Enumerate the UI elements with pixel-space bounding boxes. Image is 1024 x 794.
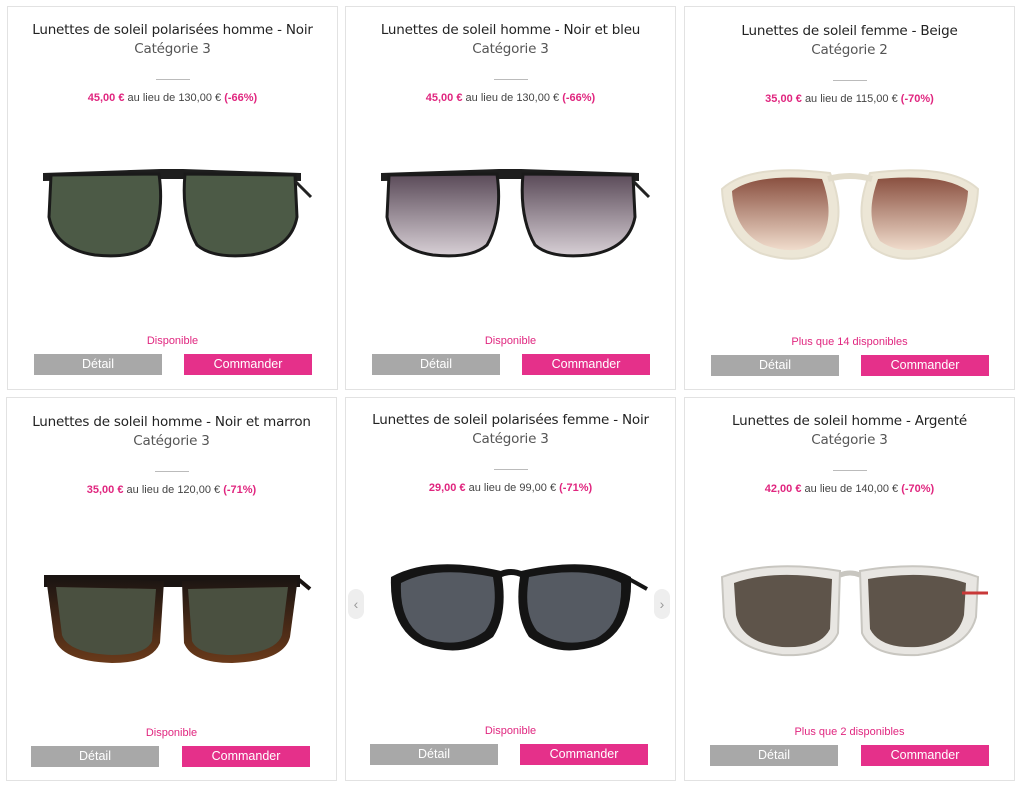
product-card: Lunettes de soleil homme - Noir et marro… xyxy=(6,397,337,781)
product-price: 35,00 € au lieu de 120,00 € (-71%) xyxy=(7,483,336,497)
product-category: Catégorie 3 xyxy=(811,432,888,448)
product-title[interactable]: Lunettes de soleil homme - Argenté xyxy=(685,412,1014,430)
current-price: 35,00 € xyxy=(86,484,124,496)
price-label: au lieu de xyxy=(804,93,853,105)
product-title[interactable]: Lunettes de soleil polarisées homme - No… xyxy=(8,21,337,39)
price-label: au lieu de xyxy=(804,483,853,495)
product-category: Catégorie 3 xyxy=(472,41,549,57)
product-price: 45,00 € au lieu de 130,00 € (-66%) xyxy=(8,91,337,105)
divider xyxy=(832,80,867,81)
current-price: 45,00 € xyxy=(425,92,463,104)
old-price: 130,00 € xyxy=(178,92,222,104)
current-price: 35,00 € xyxy=(765,93,802,105)
discount-badge: (-70%) xyxy=(900,93,934,105)
availability-status: Disponible xyxy=(484,335,537,347)
detail-button[interactable]: Détail xyxy=(372,354,500,375)
current-price: 42,00 € xyxy=(764,483,802,495)
product-title[interactable]: Lunettes de soleil femme - Beige xyxy=(685,22,1014,40)
product-image[interactable] xyxy=(346,553,675,663)
product-price: 35,00 € au lieu de 115,00 € (-70%) xyxy=(685,92,1014,106)
availability-status: Disponible xyxy=(145,727,198,739)
detail-button[interactable]: Détail xyxy=(710,745,838,766)
discount-badge: (-66%) xyxy=(224,92,258,104)
current-price: 45,00 € xyxy=(87,92,125,104)
product-card: Lunettes de soleil polarisées homme - No… xyxy=(7,6,338,390)
product-category: Catégorie 3 xyxy=(133,433,210,449)
product-image[interactable] xyxy=(685,157,1014,267)
order-button[interactable]: Commander xyxy=(861,745,989,766)
product-image[interactable] xyxy=(346,157,675,267)
divider xyxy=(832,470,867,471)
product-card: Lunettes de soleil homme - Noir et bleu … xyxy=(345,6,676,390)
divider xyxy=(154,471,189,472)
product-image[interactable] xyxy=(685,553,1014,663)
product-card: Lunettes de soleil femme - Beige Catégor… xyxy=(684,6,1015,390)
discount-badge: (-71%) xyxy=(559,482,593,494)
discount-badge: (-66%) xyxy=(562,92,596,104)
product-title[interactable]: Lunettes de soleil homme - Noir et bleu xyxy=(346,21,675,39)
old-price: 140,00 € xyxy=(855,483,899,495)
order-button[interactable]: Commander xyxy=(184,354,312,375)
old-price: 115,00 € xyxy=(855,93,898,105)
product-price: 45,00 € au lieu de 130,00 € (-66%) xyxy=(346,91,675,105)
availability-status: Plus que 2 disponibles xyxy=(794,726,905,738)
product-title[interactable]: Lunettes de soleil homme - Noir et marro… xyxy=(7,413,336,431)
divider xyxy=(493,469,528,470)
product-title[interactable]: Lunettes de soleil polarisées femme - No… xyxy=(346,411,675,429)
discount-badge: (-70%) xyxy=(901,483,935,495)
product-card: Lunettes de soleil polarisées femme - No… xyxy=(345,397,676,781)
price-label: au lieu de xyxy=(127,92,176,104)
product-price: 42,00 € au lieu de 140,00 € (-70%) xyxy=(685,482,1014,496)
availability-status: Plus que 14 disponibles xyxy=(791,336,908,348)
order-button[interactable]: Commander xyxy=(861,355,989,376)
product-image[interactable] xyxy=(7,563,336,673)
product-price: 29,00 € au lieu de 99,00 € (-71%) xyxy=(346,481,675,495)
availability-status: Disponible xyxy=(484,725,537,737)
product-card: Lunettes de soleil homme - Argenté Catég… xyxy=(684,397,1015,781)
price-label: au lieu de xyxy=(468,482,517,494)
product-category: Catégorie 3 xyxy=(134,41,211,57)
old-price: 120,00 € xyxy=(177,484,221,496)
detail-button[interactable]: Détail xyxy=(711,355,839,376)
old-price: 130,00 € xyxy=(516,92,560,104)
current-price: 29,00 € xyxy=(428,482,466,494)
product-category: Catégorie 3 xyxy=(472,431,549,447)
divider xyxy=(155,79,190,80)
price-label: au lieu de xyxy=(465,92,514,104)
order-button[interactable]: Commander xyxy=(182,746,310,767)
divider xyxy=(493,79,528,80)
product-category: Catégorie 2 xyxy=(811,42,888,58)
discount-badge: (-71%) xyxy=(223,484,257,496)
price-label: au lieu de xyxy=(126,484,175,496)
detail-button[interactable]: Détail xyxy=(31,746,159,767)
old-price: 99,00 € xyxy=(519,482,557,494)
availability-status: Disponible xyxy=(146,335,199,347)
product-image[interactable] xyxy=(8,157,337,267)
detail-button[interactable]: Détail xyxy=(34,354,162,375)
detail-button[interactable]: Détail xyxy=(370,744,498,765)
order-button[interactable]: Commander xyxy=(520,744,648,765)
order-button[interactable]: Commander xyxy=(522,354,650,375)
